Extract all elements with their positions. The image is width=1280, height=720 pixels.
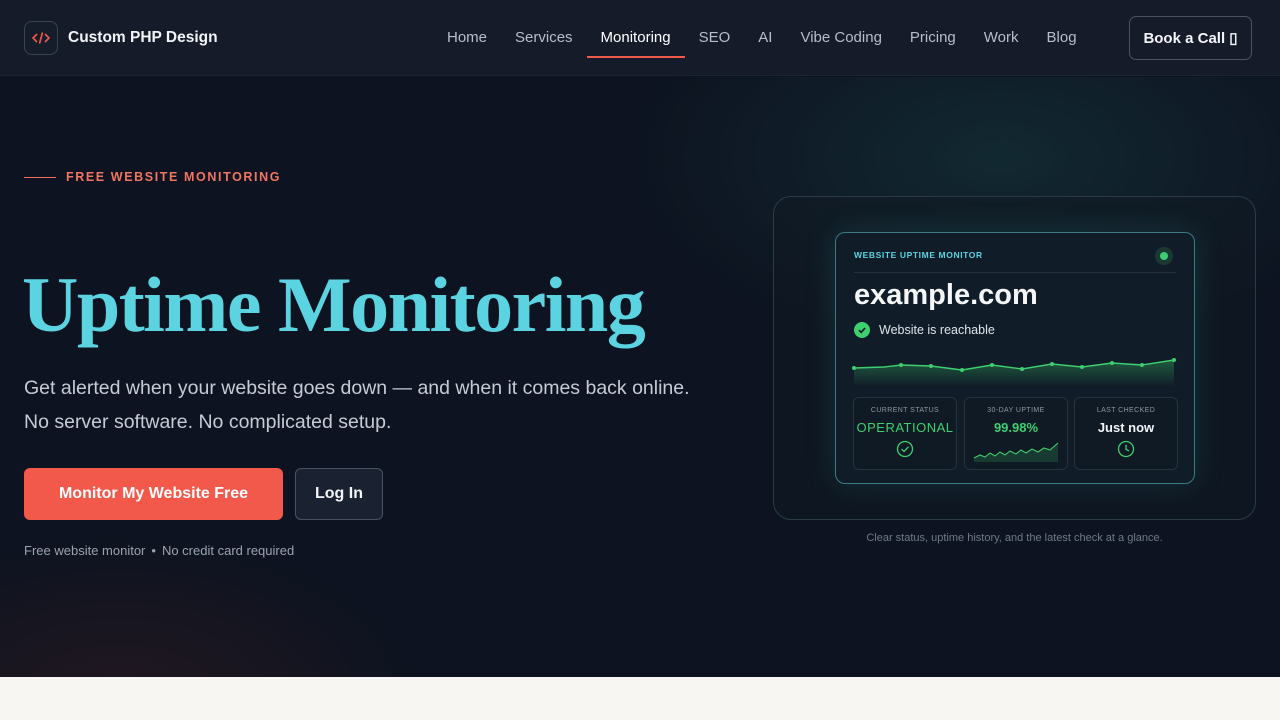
nav-vibe-coding[interactable]: Vibe Coding	[786, 0, 895, 76]
stat-last-checked: LAST CHECKED Just now	[1074, 397, 1178, 470]
check-circle-icon	[854, 440, 956, 458]
eyebrow-text: FREE WEBSITE MONITORING	[66, 170, 282, 184]
site-header: Custom PHP Design Home Services Monitori…	[0, 0, 1280, 76]
stat-value: OPERATIONAL	[856, 420, 954, 435]
check-icon	[854, 322, 870, 338]
monitor-card: WEBSITE UPTIME MONITOR example.com Websi…	[835, 232, 1195, 484]
nav-seo[interactable]: SEO	[685, 0, 745, 76]
stat-label: 30-DAY UPTIME	[987, 407, 1045, 414]
code-icon	[24, 21, 58, 55]
monitor-free-button[interactable]: Monitor My Website Free	[24, 468, 283, 520]
hero-footnote: Free website monitor • No credit card requ…	[24, 543, 294, 558]
nav-services[interactable]: Services	[501, 0, 587, 76]
nav-home[interactable]: Home	[433, 0, 501, 76]
divider	[854, 272, 1176, 273]
hero-section: FREE WEBSITE MONITORING Uptime Monitorin…	[0, 77, 1280, 677]
live-status-dot-icon	[1155, 247, 1173, 265]
stat-label: LAST CHECKED	[1096, 407, 1156, 414]
uptime-history-sparkline	[852, 358, 1176, 387]
sparkline-icon	[965, 440, 1067, 462]
stat-30-day-uptime: 30-DAY UPTIME 99.98%	[964, 397, 1068, 470]
next-section-band	[0, 677, 1280, 720]
footnote-no-card: No credit card required	[161, 543, 295, 558]
preview-caption: Clear status, uptime history, and the la…	[866, 532, 1163, 544]
stat-value: 99.98%	[993, 420, 1039, 435]
monitor-card-heading: WEBSITE UPTIME MONITOR	[854, 250, 983, 260]
nav-pricing[interactable]: Pricing	[896, 0, 970, 76]
monitored-domain: example.com	[854, 279, 1038, 311]
monitor-preview-frame: WEBSITE UPTIME MONITOR example.com Websi…	[773, 196, 1256, 520]
nav-work[interactable]: Work	[970, 0, 1033, 76]
reachable-status: Website is reachable	[854, 322, 995, 338]
nav-monitoring[interactable]: Monitoring	[586, 0, 685, 76]
eyebrow-line	[24, 176, 56, 178]
reachable-text: Website is reachable	[879, 323, 995, 337]
nav-ai[interactable]: AI	[744, 0, 786, 76]
book-call-button[interactable]: Book a Call ▯	[1129, 16, 1252, 60]
hero-subtitle: Get alerted when your website goes down …	[24, 377, 690, 433]
brand-name: Custom PHP Design	[68, 29, 218, 46]
nav-blog[interactable]: Blog	[1033, 0, 1091, 76]
logo[interactable]: Custom PHP Design	[24, 21, 218, 55]
login-button[interactable]: Log In	[295, 468, 383, 520]
footnote-free: Free website monitor	[24, 543, 146, 558]
page-title: Uptime Monitoring	[22, 261, 646, 348]
eyebrow: FREE WEBSITE MONITORING	[24, 170, 281, 184]
stat-label: CURRENT STATUS	[870, 407, 940, 414]
footnote-separator: •	[151, 543, 156, 558]
stat-value: Just now	[1097, 420, 1155, 435]
stat-current-status: CURRENT STATUS OPERATIONAL	[853, 397, 957, 470]
clock-icon	[1075, 440, 1177, 458]
main-nav: Home Services Monitoring SEO AI Vibe Cod…	[433, 0, 1091, 76]
